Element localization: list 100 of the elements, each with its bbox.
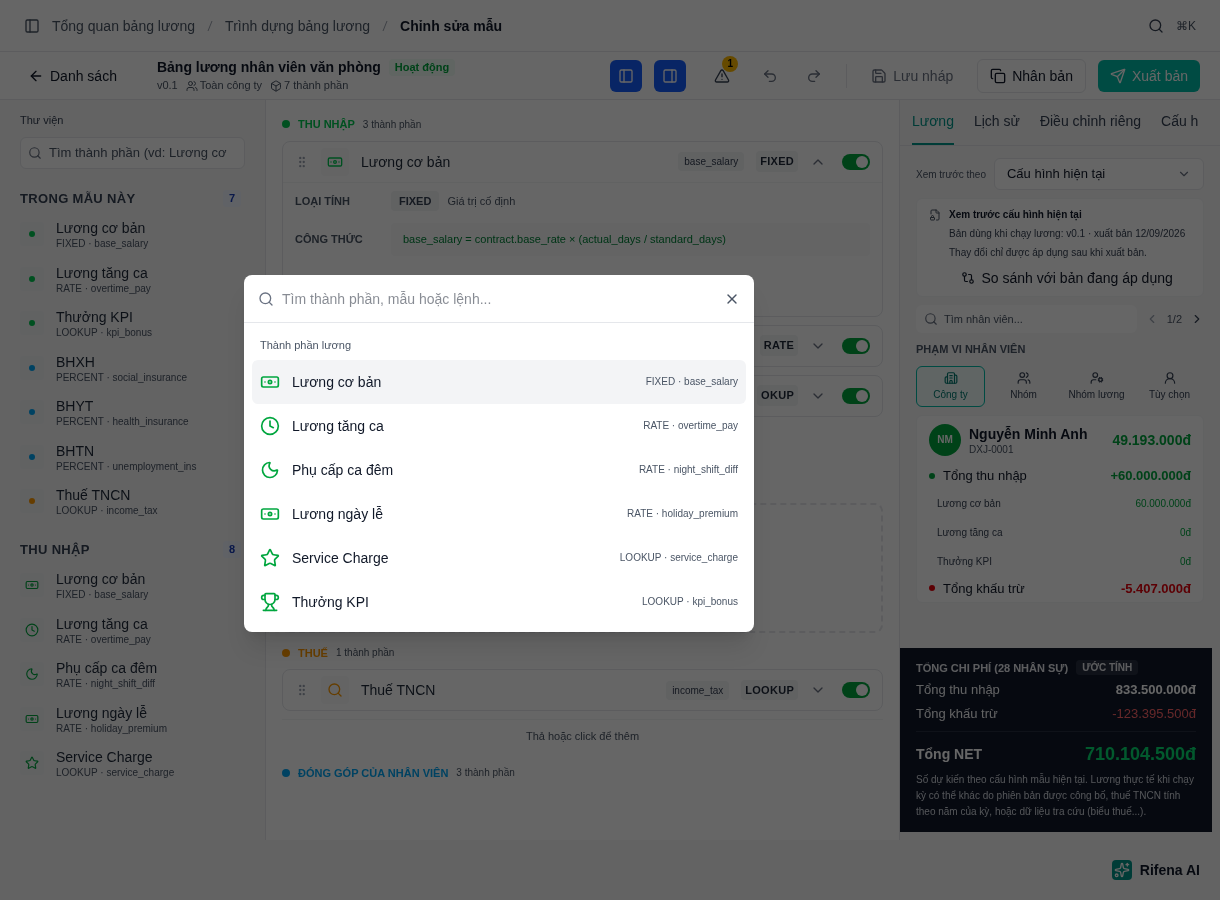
item-meta: FIXED · base_salary <box>56 238 149 251</box>
library-item[interactable]: Lương cơ bản FIXED · base_salary <box>20 567 245 604</box>
item-meta: LOOKUP · kpi_bonus <box>56 327 152 340</box>
library-item[interactable]: BHYT PERCENT · health_insurance <box>20 394 245 431</box>
item-name: Phụ cấp ca đêm <box>56 659 158 678</box>
item-meta: FIXED · base_salary <box>56 589 149 602</box>
command-item[interactable]: Lương cơ bản FIXED · base_salary <box>252 359 746 404</box>
library-item[interactable]: Thưởng KPI LOOKUP · kpi_bonus <box>20 305 245 342</box>
duplicate-button[interactable]: Nhân bản <box>977 58 1086 93</box>
publish-button[interactable]: Xuất bản <box>1097 59 1200 92</box>
command-name: Lương cơ bản <box>292 372 383 392</box>
search-icon[interactable] <box>1148 17 1164 34</box>
totals-income: 833.500.000đ <box>1115 681 1196 699</box>
library-item[interactable]: Lương ngày lễ RATE · holiday_premium <box>20 700 245 737</box>
sidebar-toggle-icon[interactable] <box>24 17 40 34</box>
command-name: Lương ngày lễ <box>292 504 384 524</box>
warning-count-badge: 1 <box>722 55 739 72</box>
breadcrumb-link[interactable]: Trình dựng bảng lương <box>225 15 371 36</box>
back-button[interactable]: Danh sách <box>20 61 125 90</box>
section-heading: TRONG MẪU NÀY <box>20 189 136 208</box>
scope-option[interactable]: Tùy chọn <box>1135 365 1204 407</box>
command-search-field[interactable]: Tìm thành phần, mẫu hoặc lệnh... <box>282 288 716 309</box>
library-item[interactable]: BHTN PERCENT · unemployment_ins <box>20 438 245 475</box>
totals-title: TỔNG CHI PHÍ (28 NHÂN SỰ) <box>916 660 1069 676</box>
field-label: LOẠI TÍNH <box>295 193 351 209</box>
breadcrumb-link[interactable]: Chỉnh sửa mẫu <box>400 15 502 36</box>
line-item-label: Lương cơ bản <box>937 496 1001 511</box>
compare-button[interactable]: So sánh với bản đang áp dụng <box>961 268 1173 288</box>
breadcrumb-link[interactable]: Tổng quan bảng lương <box>52 15 196 36</box>
panel-tab[interactable]: Lương <box>912 111 954 145</box>
panel-tab[interactable]: Cấu h <box>1161 111 1199 145</box>
command-item[interactable]: Phụ cấp ca đêm RATE · night_shift_diff <box>252 447 746 492</box>
item-name: Lương cơ bản <box>56 219 147 238</box>
group-count: 3 thành phần <box>456 766 515 781</box>
library-item[interactable]: Lương tăng ca RATE · overtime_pay <box>20 260 245 297</box>
command-item[interactable]: Thưởng KPI LOOKUP · kpi_bonus <box>252 579 746 624</box>
item-name: Lương tăng ca <box>56 614 149 634</box>
net-total: 710.104.500đ <box>1084 743 1196 766</box>
clock-icon <box>25 622 39 637</box>
item-meta: LOOKUP · service_charge <box>56 767 175 780</box>
line-item-amount: 60.000.000đ <box>1135 496 1191 511</box>
save-icon <box>871 67 888 84</box>
undo-icon[interactable] <box>762 67 779 84</box>
command-item[interactable]: Lương ngày lễ RATE · holiday_premium <box>252 491 746 536</box>
left-panel-toggle[interactable] <box>610 59 643 92</box>
command-meta: LOOKUP · service_charge <box>619 551 738 565</box>
scope-option[interactable]: Nhóm <box>989 365 1058 407</box>
component-name: Thuế TNCN <box>361 681 436 700</box>
command-item[interactable]: Lương tăng ca RATE · overtime_pay <box>252 403 746 448</box>
library-item[interactable]: Phụ cấp ca đêm RATE · night_shift_diff <box>20 656 245 693</box>
library-item[interactable]: Thuế TNCN LOOKUP · income_tax <box>20 483 245 520</box>
status-badge: Hoạt động <box>388 59 456 76</box>
slash-separator-icon <box>207 19 214 32</box>
item-name: Thưởng KPI <box>56 308 134 327</box>
toggle-switch[interactable] <box>842 153 870 170</box>
user-gear-icon <box>1089 370 1104 385</box>
assistant-button[interactable]: Rifena AI <box>1111 860 1200 880</box>
right-panel-toggle[interactable] <box>654 59 687 92</box>
avatar: NM <box>929 423 961 456</box>
toggle-switch[interactable] <box>842 387 870 404</box>
toggle-switch[interactable] <box>842 682 870 698</box>
toggle-switch[interactable] <box>842 337 870 354</box>
scope-label: Toàn công ty <box>199 78 263 94</box>
item-name: Lương ngày lễ <box>56 703 148 723</box>
command-item[interactable]: Service Charge LOOKUP · service_charge <box>252 535 746 580</box>
panel-tab[interactable]: Điều chỉnh riêng <box>1039 111 1142 145</box>
redo-icon[interactable] <box>806 67 823 84</box>
library-item[interactable]: BHXH PERCENT · social_insurance <box>20 349 245 386</box>
preview-select[interactable]: Cấu hình hiện tại <box>993 158 1204 190</box>
panel-tab[interactable]: Lịch sử <box>973 111 1020 145</box>
group-count: 3 thành phần <box>362 117 422 132</box>
group-label: Thành phần lương <box>259 338 353 353</box>
scope-option[interactable]: Nhóm lương <box>1062 365 1131 407</box>
code-tag: base_salary <box>678 152 745 171</box>
component-name: Lương cơ bản <box>361 152 451 172</box>
library-search-field[interactable]: Tìm thành phần (vd: Lương cơ <box>20 136 245 169</box>
scope-option[interactable]: Công ty <box>916 365 985 407</box>
library-item[interactable]: Lương tăng ca RATE · overtime_pay <box>20 611 245 648</box>
search-icon <box>258 290 274 307</box>
item-meta: RATE · night_shift_diff <box>56 678 157 691</box>
library-item[interactable]: Service Charge LOOKUP · service_charge <box>20 745 245 782</box>
summary-label: Tổng khấu trừ <box>943 579 1026 598</box>
moon-icon <box>25 667 39 682</box>
code-tag: income_tax <box>666 680 730 700</box>
document-lock-icon <box>929 209 941 221</box>
employee-name: Nguyễn Minh Anh <box>969 424 1089 444</box>
summary-label: Tổng thu nhập <box>943 467 1028 485</box>
component-card[interactable]: Thuế TNCN income_tax LOOKUP <box>282 669 883 711</box>
warning-icon[interactable] <box>714 67 731 84</box>
item-meta: PERCENT · health_insurance <box>56 416 189 429</box>
type-badge: LOOKUP <box>741 679 798 701</box>
library-item[interactable]: Lương cơ bản FIXED · base_salary <box>20 216 245 253</box>
totals-label: Tổng khấu trừ <box>916 704 998 723</box>
group-title: THU NHẬP <box>298 117 355 133</box>
star-icon <box>25 756 39 771</box>
magnifier-icon <box>327 682 343 698</box>
drop-hint: Thả hoặc click để thêm <box>282 719 883 753</box>
trophy-icon <box>260 591 280 612</box>
line-item-label: Lương tăng ca <box>937 525 1003 540</box>
user-icon <box>1162 370 1177 385</box>
